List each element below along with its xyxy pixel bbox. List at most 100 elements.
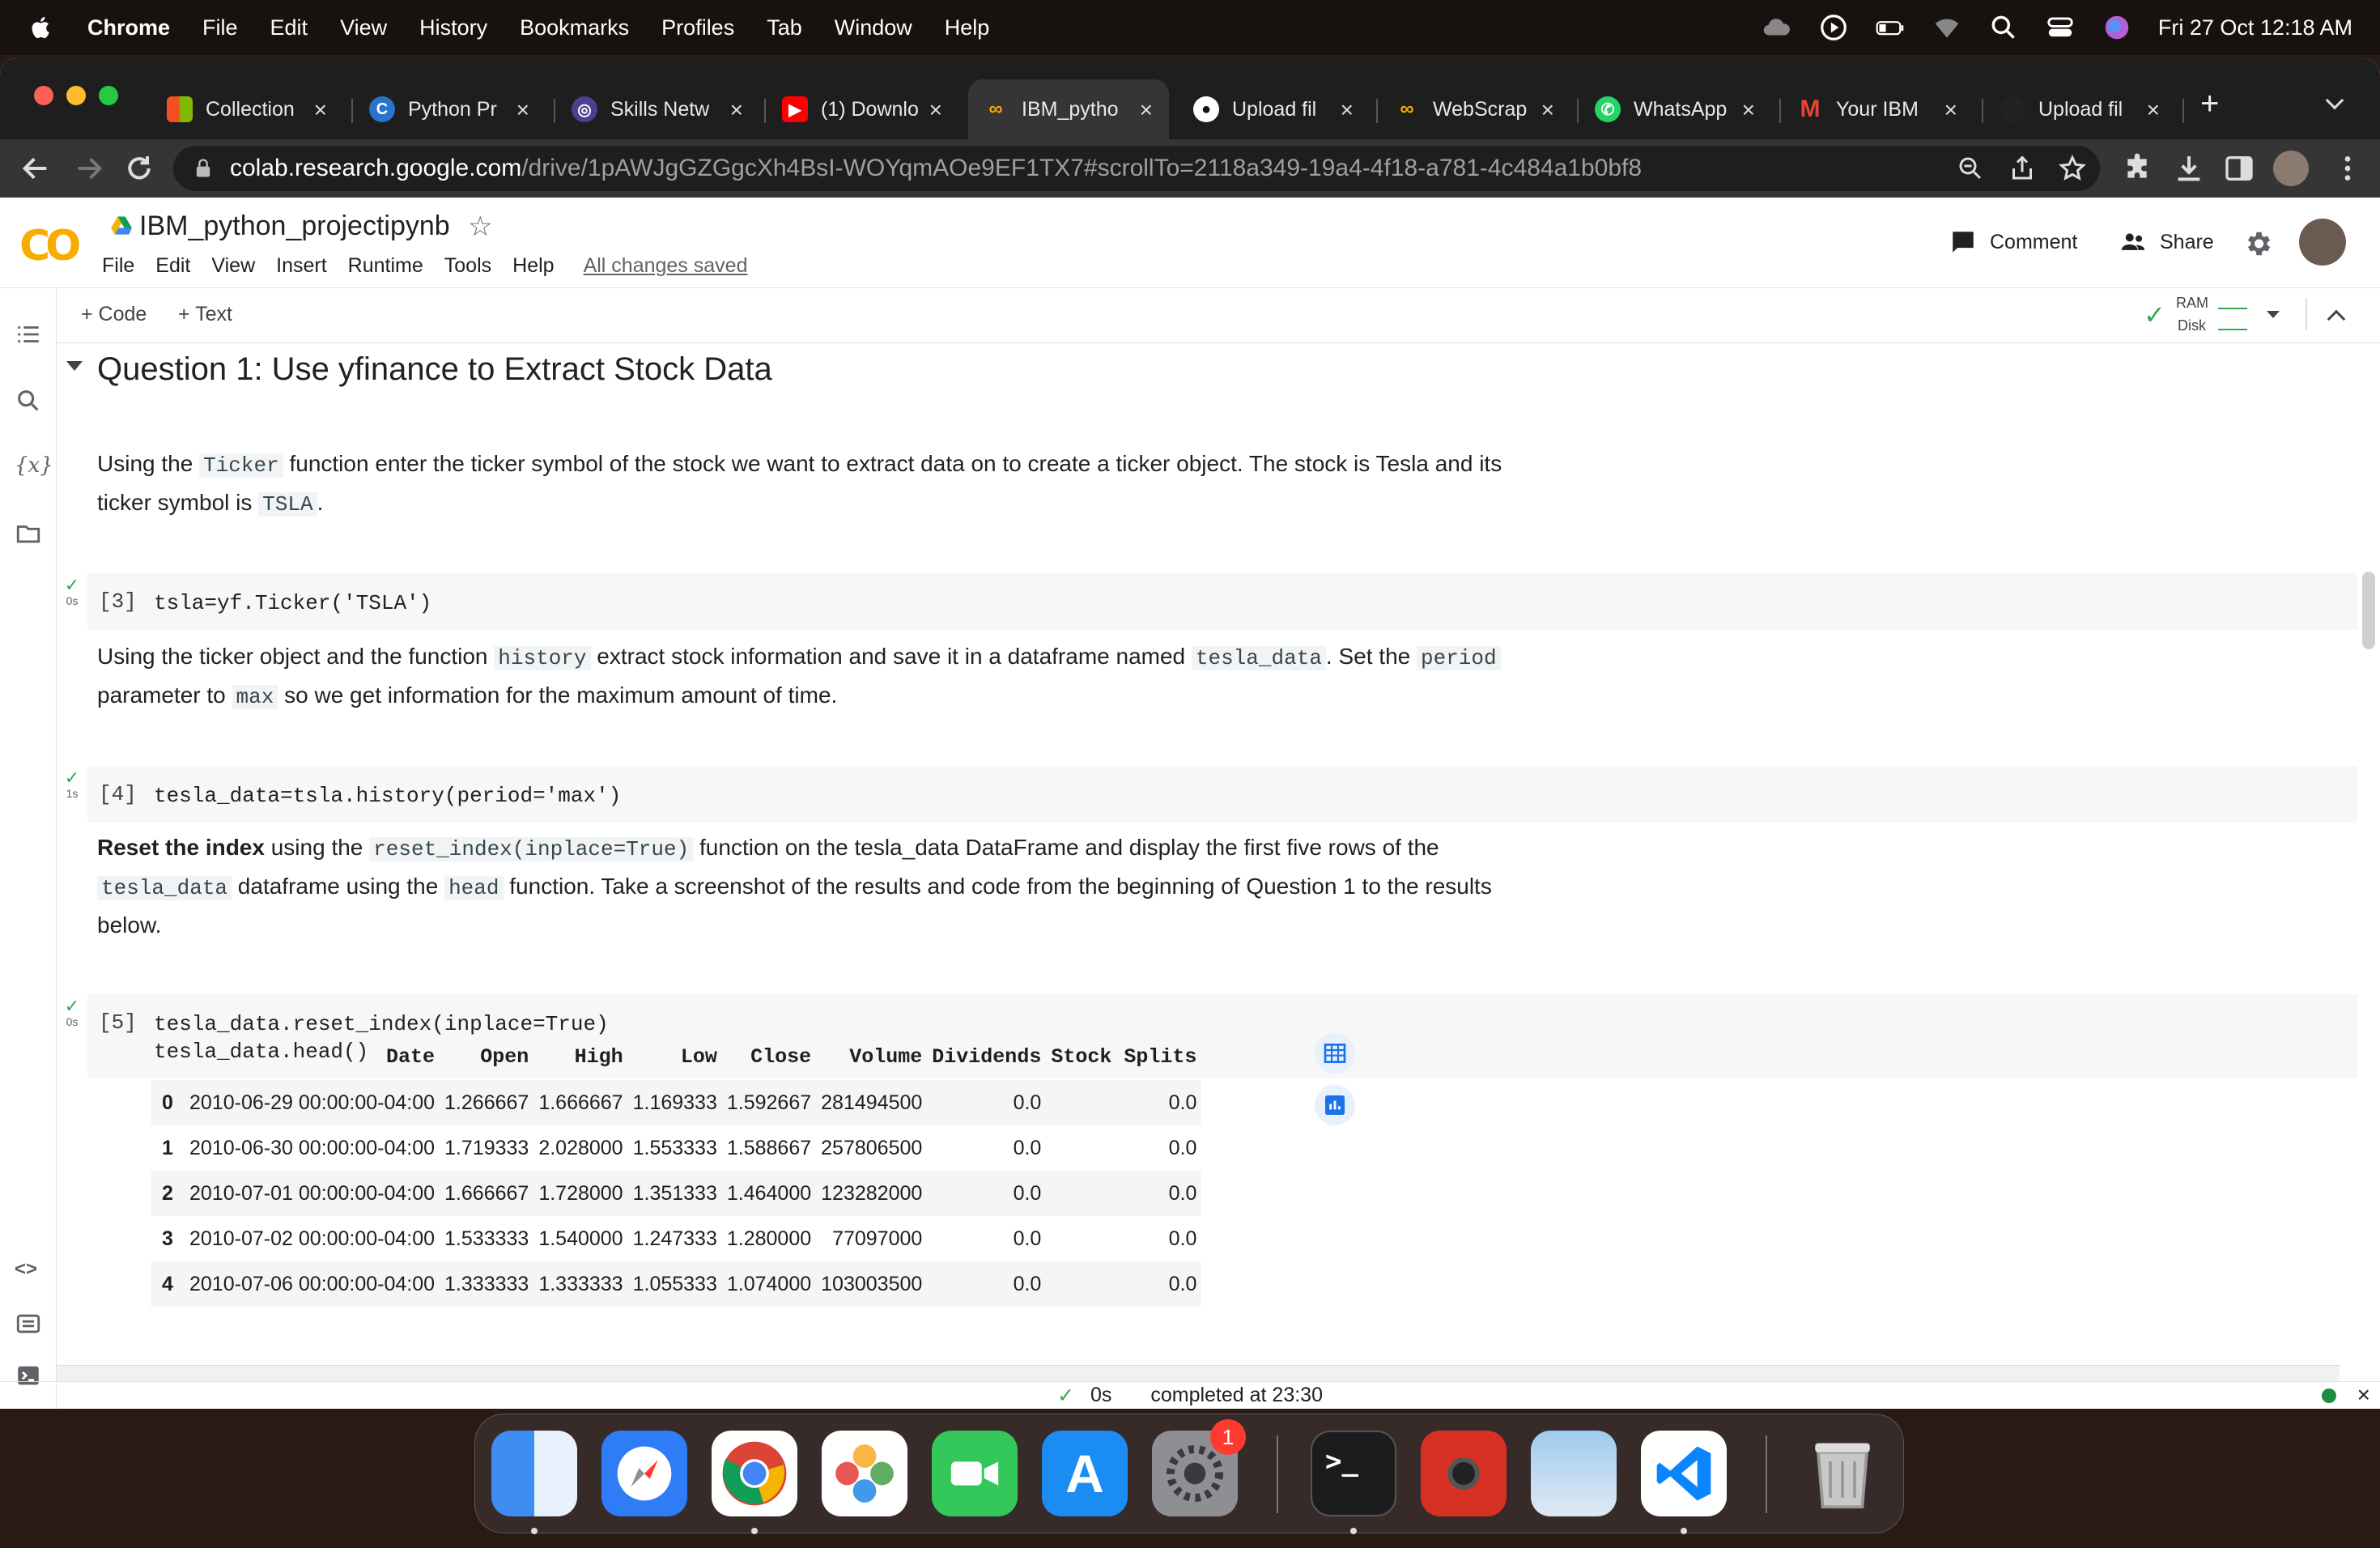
horizontal-scrollbar[interactable] [57,1365,2340,1381]
system-settings-icon[interactable]: 1 [1152,1419,1246,1516]
back-arrow-icon[interactable] [19,152,52,185]
browser-tab[interactable]: ∞ WebScrap × [1379,79,1570,139]
colab-logo-icon[interactable]: CO [19,222,81,270]
control-center-icon[interactable] [2045,12,2076,43]
google-drive-icon[interactable] [110,214,133,236]
suggest-charts-button[interactable] [1315,1085,1355,1125]
menu-file[interactable]: File [202,15,238,40]
more-menu-icon[interactable] [2331,152,2364,185]
add-code-cell-button[interactable]: + Code [81,303,147,326]
cloud-icon[interactable] [1762,12,1792,43]
ram-label[interactable]: RAM [2176,295,2208,312]
photo-booth-icon[interactable] [1421,1431,1507,1516]
browser-tab[interactable]: ● Upload fil × [1179,79,1370,139]
close-icon[interactable]: × [1742,97,1755,123]
bookmark-star-icon[interactable] [2058,154,2087,183]
share-page-icon[interactable] [2008,154,2037,183]
close-icon[interactable]: × [1140,97,1153,123]
text-cell-reset-index[interactable]: Reset the index using the reset_index(in… [97,829,1635,944]
menu-window[interactable]: Window [835,15,912,40]
finder-icon[interactable] [491,1431,577,1516]
play-circle-icon[interactable] [1818,12,1849,43]
close-window-button[interactable] [34,86,53,105]
menu-view[interactable]: View [340,15,387,40]
reload-icon[interactable] [123,152,155,185]
nb-menu-edit[interactable]: Edit [155,254,190,278]
browser-tab[interactable]: ▶ (1) Downlo × [767,79,958,139]
close-icon[interactable]: × [314,97,327,123]
close-status-icon[interactable]: × [2357,1382,2370,1408]
preview-icon[interactable] [1531,1431,1617,1516]
download-icon[interactable] [2173,152,2205,185]
folder-icon[interactable] [15,520,42,547]
collapse-header-icon[interactable] [2327,309,2346,329]
table-of-contents-icon[interactable] [15,321,42,348]
menu-history[interactable]: History [419,15,487,40]
runtime-dropdown-icon[interactable] [2267,311,2280,318]
share-button[interactable]: Share [2119,228,2214,256]
minimize-window-button[interactable] [66,86,86,105]
menu-tab[interactable]: Tab [767,15,802,40]
menu-bookmarks[interactable]: Bookmarks [520,15,629,40]
forward-arrow-icon[interactable] [73,152,105,185]
code-cell-3[interactable]: [3] tsla=yf.Ticker('TSLA') [87,573,2357,630]
new-tab-plus-icon[interactable]: + [2200,87,2219,120]
browser-tab-active[interactable]: ∞ IBM_pytho × [968,79,1169,139]
nb-menu-runtime[interactable]: Runtime [348,254,423,278]
extensions-puzzle-icon[interactable] [2121,152,2153,185]
cell-code[interactable]: tsla=yf.Ticker('TSLA') [154,589,431,617]
settings-gear-icon[interactable] [2242,228,2273,259]
zoom-window-button[interactable] [99,86,118,105]
code-snippets-icon[interactable]: <> [15,1258,42,1286]
vscode-icon[interactable] [1641,1431,1727,1516]
close-icon[interactable]: × [516,97,529,123]
side-panel-icon[interactable] [2223,152,2255,185]
search-icon[interactable] [15,387,42,415]
close-icon[interactable]: × [1341,97,1354,123]
comment-button[interactable]: Comment [1949,228,2077,256]
nb-menu-tools[interactable]: Tools [444,254,491,278]
cell-run-status[interactable]: ✓ 0s [60,576,84,608]
browser-tab[interactable]: Collection × [152,79,343,139]
nb-menu-view[interactable]: View [211,254,255,278]
photos-icon[interactable] [822,1431,907,1516]
text-cell-history[interactable]: Using the ticker object and the function… [97,638,1635,716]
browser-tab[interactable]: Upload fil × [1985,79,2176,139]
browser-tab[interactable]: M Your IBM × [1783,79,1974,139]
profile-avatar[interactable] [2273,151,2309,186]
nb-menu-help[interactable]: Help [512,254,554,278]
vertical-scrollbar-thumb[interactable] [2362,572,2375,649]
cell-code[interactable]: tesla_data=tsla.history(period='max') [154,782,621,810]
add-text-cell-button[interactable]: + Text [178,303,232,326]
notebook-title[interactable]: IBM_python_projectipynb [139,211,450,242]
text-cell-ticker[interactable]: Using the Ticker function enter the tick… [97,445,1635,523]
nb-menu-insert[interactable]: Insert [276,254,327,278]
browser-tab[interactable]: ✆ WhatsApp × [1580,79,1771,139]
zoom-magnifier-icon[interactable] [1956,154,1985,183]
disk-label[interactable]: Disk [2178,317,2206,334]
facetime-icon[interactable] [932,1431,1018,1516]
command-palette-icon[interactable] [15,1310,42,1337]
runtime-status-dot[interactable] [2322,1389,2336,1403]
collapse-section-icon[interactable] [66,361,83,371]
close-icon[interactable]: × [1944,97,1957,123]
chrome-icon[interactable] [712,1431,797,1516]
browser-tab[interactable]: C Python Pr × [355,79,546,139]
spotlight-search-icon[interactable] [1988,12,2019,43]
close-icon[interactable]: × [1541,97,1554,123]
close-icon[interactable]: × [730,97,743,123]
menu-app-name[interactable]: Chrome [87,15,170,40]
battery-icon[interactable] [1875,12,1906,43]
close-icon[interactable]: × [929,97,942,123]
tab-search-chevron-icon[interactable] [2325,91,2344,110]
trash-icon[interactable] [1800,1431,1885,1516]
app-store-icon[interactable]: A [1042,1431,1128,1516]
menu-edit[interactable]: Edit [270,15,308,40]
safari-icon[interactable] [601,1431,687,1516]
cell-run-status[interactable]: ✓ 0s [60,997,84,1029]
siri-icon[interactable] [2102,12,2132,43]
menubar-clock[interactable]: Fri 27 Oct 12:18 AM [2158,15,2352,40]
terminal-icon[interactable]: >_ [1311,1431,1396,1516]
wifi-icon[interactable] [1932,12,1962,43]
code-cell-4[interactable]: [4] tesla_data=tsla.history(period='max'… [87,766,2357,823]
